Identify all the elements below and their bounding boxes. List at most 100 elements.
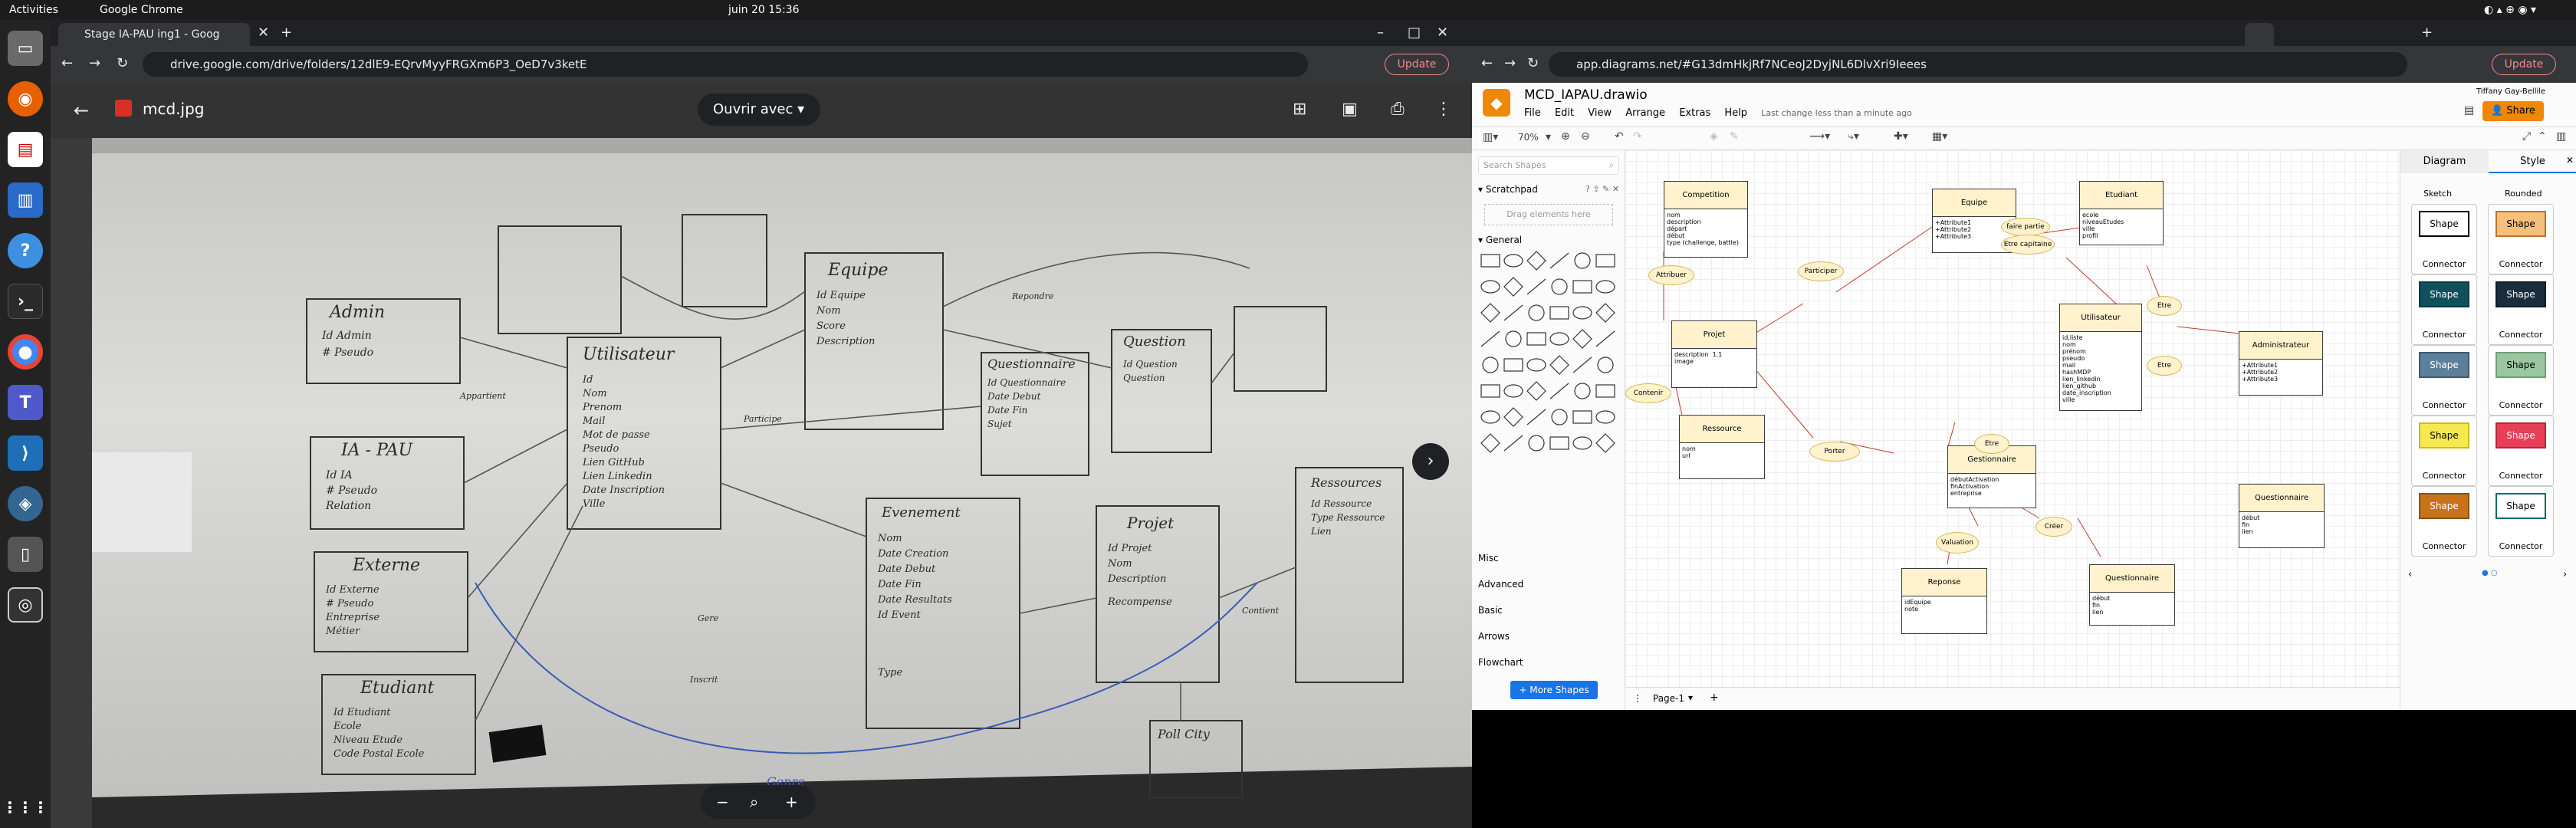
document-viewer-icon[interactable]: ▤ — [8, 132, 43, 167]
relation-8[interactable]: Etre — [1974, 434, 2009, 454]
style-preset-7[interactable]: Shape Connector — [2488, 416, 2554, 486]
back-arrow-icon[interactable]: ← — [74, 100, 89, 121]
browser-tab[interactable] — [1938, 23, 1967, 46]
new-tab-icon[interactable]: + — [281, 25, 292, 41]
url-input[interactable]: drive.google.com/drive/folders/12dlE9-EQ… — [143, 52, 1308, 77]
relation-6[interactable]: Etre — [2147, 296, 2182, 316]
browser-tab[interactable] — [2061, 23, 2090, 46]
share-button[interactable]: 👤 Share — [2482, 101, 2544, 121]
back-icon[interactable]: ← — [61, 55, 73, 71]
style-preset-9[interactable]: Shape Connector — [2488, 486, 2554, 557]
styles-page-dots[interactable]: ● ○ — [2482, 569, 2498, 577]
style-preset-3[interactable]: Shape Connector — [2488, 274, 2554, 345]
connection-style-icon[interactable]: ⟶▾ — [1809, 130, 1830, 143]
relation-10[interactable]: Valuation — [1936, 532, 1979, 554]
library-arrows[interactable]: Arrows — [1478, 631, 1510, 642]
close-tab-icon[interactable]: ✕ — [258, 25, 269, 41]
writer-icon[interactable]: ▥ — [8, 182, 43, 218]
browser-tab[interactable] — [1662, 23, 1691, 46]
entity-reponse-9[interactable]: Reponse idEquipe note — [1901, 568, 1987, 634]
style-preset-5[interactable]: Shape Connector — [2488, 345, 2554, 416]
zoom-level[interactable]: 70% — [1518, 132, 1539, 143]
page-tab-1[interactable]: Page-1 — [1653, 693, 1684, 704]
entity-questionnaire-8[interactable]: Questionnaire début fin lien — [2239, 484, 2325, 548]
fill-color-icon[interactable]: ◈ — [1710, 130, 1718, 143]
browser-tab[interactable] — [1999, 23, 2029, 46]
entity-administrateur-6[interactable]: Administrateur +Attribute1 +Attribute2 +A… — [2239, 331, 2323, 396]
format-panel-toggle-icon[interactable]: ▥▾ — [1483, 131, 1498, 143]
comment-icon[interactable]: ▣ — [1342, 100, 1358, 119]
activities-button[interactable]: Activities — [9, 4, 58, 16]
zoom-out-tool-icon[interactable]: ⊖ — [1581, 130, 1590, 143]
zoom-dropdown-icon[interactable]: ▾ — [1546, 131, 1551, 143]
browser-tab[interactable] — [2367, 23, 2397, 46]
next-image-icon[interactable]: › — [1412, 443, 1449, 480]
update-button-2[interactable]: Update — [2492, 54, 2556, 75]
browser-tab[interactable] — [2030, 23, 2059, 46]
browser-tab[interactable] — [1570, 23, 1599, 46]
tab-style[interactable]: Style — [2489, 150, 2576, 173]
minimize-icon[interactable]: – — [1377, 25, 1384, 41]
browser-tab[interactable] — [1723, 23, 1753, 46]
zoom-out-icon[interactable]: − — [716, 785, 729, 819]
tab-diagram[interactable]: Diagram — [2400, 150, 2489, 173]
user-name[interactable]: Tiffany Gay-Bellile — [2476, 87, 2545, 96]
chrome-icon[interactable]: ● — [8, 334, 43, 370]
line-color-icon[interactable]: ✎ — [1730, 130, 1739, 143]
general-shapes-grid[interactable] — [1480, 250, 1618, 472]
style-preset-6[interactable]: Shape Connector — [2411, 416, 2477, 486]
browser-tab[interactable] — [1907, 23, 1937, 46]
terminal-icon[interactable]: ›_ — [8, 284, 43, 319]
waypoints-icon[interactable]: ⤷▾ — [1848, 130, 1859, 143]
browser-tab[interactable] — [2214, 23, 2243, 46]
more-options-icon[interactable]: ⋮ — [1435, 100, 1452, 119]
comments-icon[interactable]: ▤ — [2464, 104, 2474, 117]
active-app-label[interactable]: Google Chrome — [100, 4, 183, 16]
menu-edit[interactable]: Edit — [1555, 107, 1574, 119]
browser-tab[interactable] — [1815, 23, 1845, 46]
style-preset-0[interactable]: Shape Connector — [2411, 204, 2477, 274]
show-apps-icon[interactable]: ⋮⋮⋮ — [2, 790, 48, 825]
entity-questionnaire-10[interactable]: Questionnaire début fin lien — [2089, 564, 2175, 626]
relation-7[interactable]: Etre — [2147, 356, 2182, 376]
zoom-in-icon[interactable]: + — [785, 785, 798, 819]
pages-menu-icon[interactable]: ⋮ — [1633, 693, 1642, 704]
library-flowchart[interactable]: Flowchart — [1478, 657, 1523, 668]
zoom-in-tool-icon[interactable]: ⊕ — [1561, 130, 1570, 143]
browser-tab[interactable] — [2183, 23, 2213, 46]
browser-tab[interactable] — [2245, 23, 2274, 46]
browser-tab[interactable] — [2122, 23, 2151, 46]
scratchpad-dropzone[interactable]: Drag elements here — [1484, 204, 1613, 225]
reload-icon[interactable]: ↻ — [117, 55, 128, 71]
page-tab-dropdown-icon[interactable]: ▾ — [1688, 692, 1693, 703]
browser-tab[interactable] — [1846, 23, 1875, 46]
url-input-drawio[interactable]: app.diagrams.net/#G13dmHkjRf7NCeoJ2DyjNL… — [1549, 52, 2407, 77]
relation-3[interactable]: Porter — [1809, 442, 1860, 462]
relation-9[interactable]: Créer — [2036, 517, 2072, 537]
open-with-button[interactable]: Ouvrir avec ▾ — [698, 94, 820, 126]
relation-5[interactable]: Etre capitaine — [2001, 235, 2055, 255]
close-window-icon[interactable]: ✕ — [1437, 25, 1448, 41]
relation-2[interactable]: Contenir — [1625, 383, 1671, 403]
relation-1[interactable]: Participer — [1798, 261, 1844, 281]
menu-file[interactable]: File — [1524, 107, 1541, 119]
entity-gestionnaire-7[interactable]: Gestionnaire débutActivation finActivatio… — [1947, 445, 2036, 508]
maximize-icon[interactable]: □ — [1408, 25, 1421, 41]
system-tray-icons[interactable]: ◐ ▴ ⊕ ◉ ▾ — [2484, 4, 2536, 16]
relation-4[interactable]: faire partie — [2001, 218, 2050, 236]
browser-tab[interactable] — [2275, 23, 2305, 46]
forward-icon-2[interactable]: → — [1504, 55, 1516, 71]
document-title[interactable]: MCD_IAPAU.drawio — [1524, 87, 1648, 103]
drive-icon[interactable]: ▯ — [8, 537, 43, 572]
entity-ressource-2[interactable]: Ressource nom url — [1679, 415, 1765, 479]
style-preset-8[interactable]: Shape Connector — [2411, 486, 2477, 557]
style-preset-2[interactable]: Shape Connector — [2411, 274, 2477, 345]
style-preset-1[interactable]: Shape Connector — [2488, 204, 2554, 274]
help-icon[interactable]: ? — [8, 233, 43, 268]
undo-icon[interactable]: ↶ — [1615, 130, 1624, 143]
clock[interactable]: juin 20 15:36 — [728, 4, 800, 16]
forward-icon[interactable]: → — [89, 55, 100, 71]
style-preset-4[interactable]: Shape Connector — [2411, 345, 2477, 416]
zoom-icon[interactable]: ⌕ — [750, 785, 758, 819]
browser-tab[interactable] — [2306, 23, 2335, 46]
